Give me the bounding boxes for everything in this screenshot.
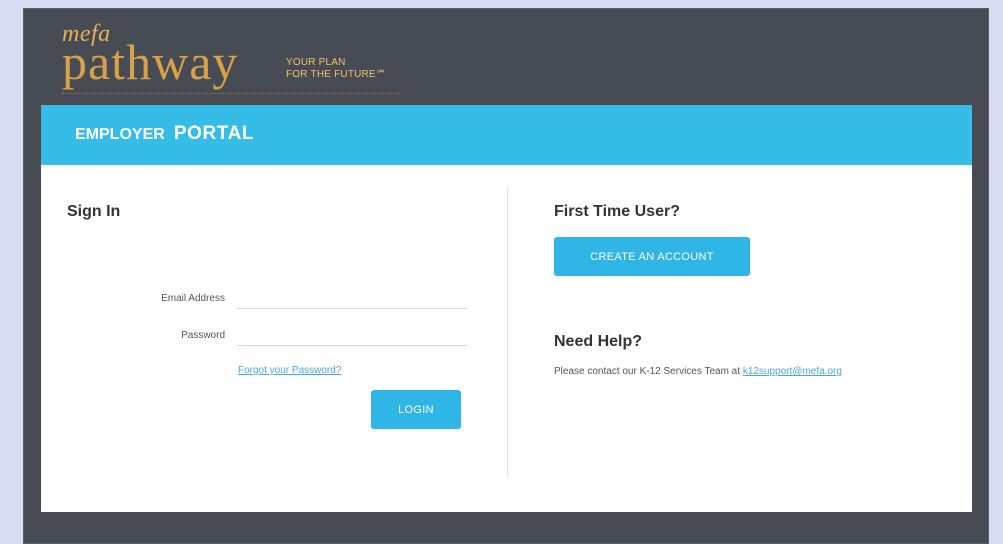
mefa-pathway-logo[interactable]: mefa pathway YOUR PLAN FOR THE FUTURE℠ — [62, 21, 422, 103]
portal-frame: mefa pathway YOUR PLAN FOR THE FUTURE℠ E… — [23, 8, 989, 544]
logo-tagline: YOUR PLAN FOR THE FUTURE℠ — [286, 57, 386, 81]
help-text: Please contact our K-12 Services Team at — [554, 366, 743, 377]
login-button[interactable]: LOGIN — [371, 390, 461, 429]
email-field[interactable] — [237, 290, 467, 309]
forgot-password-link[interactable]: Forgot your Password? — [238, 365, 341, 376]
tagline-line-2: FOR THE FUTURE℠ — [286, 69, 387, 80]
need-help-heading: Need Help? — [554, 333, 643, 350]
portal-title-employer: EMPLOYER — [75, 126, 165, 143]
sign-in-heading: Sign In — [67, 203, 121, 220]
first-time-user-heading: First Time User? — [554, 203, 680, 220]
logo-pathway-text: pathway — [62, 34, 239, 90]
portal-title: EMPLOYER PORTAL — [75, 123, 254, 145]
help-contact-text: Please contact our K-12 Services Team at… — [554, 366, 842, 377]
password-label: Password — [181, 330, 225, 341]
column-divider — [507, 187, 508, 477]
tagline-line-1: YOUR PLAN — [286, 57, 346, 68]
email-label: Email Address — [161, 293, 225, 304]
logo-dotted-rule — [62, 93, 402, 94]
login-panel: Sign In Email Address Password Forgot yo… — [41, 165, 972, 512]
support-email-link[interactable]: k12support@mefa.org — [743, 366, 842, 377]
portal-title-portal: PORTAL — [173, 123, 255, 144]
create-account-button[interactable]: CREATE AN ACCOUNT — [554, 237, 750, 276]
password-field[interactable] — [237, 327, 467, 346]
employer-portal-header: EMPLOYER PORTAL — [41, 105, 972, 165]
